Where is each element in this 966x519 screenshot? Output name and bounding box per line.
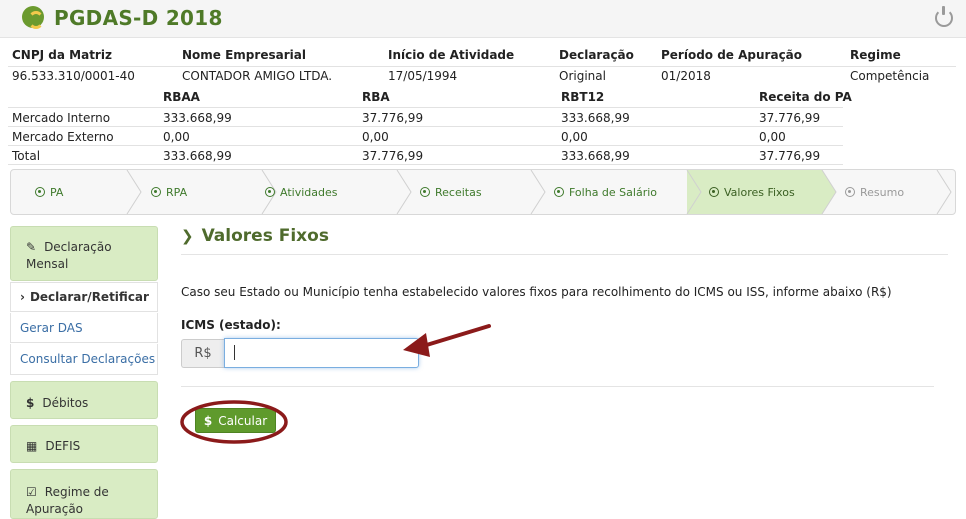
table-row: Total 333.668,99 37.776,99 333.668,99 37… bbox=[8, 145, 843, 165]
step-label: RPA bbox=[166, 185, 188, 199]
revenue-header: RBT12 bbox=[561, 90, 605, 104]
sidebar-item-declaracao-mensal[interactable]: ✎ Declaração Mensal bbox=[10, 226, 158, 281]
sidebar-item-label: Débitos bbox=[42, 396, 89, 410]
info-header: Regime bbox=[850, 48, 901, 62]
calculate-button[interactable]: $ Calcular bbox=[195, 408, 276, 433]
sidebar-item-regime-de-apuracao[interactable]: ☑ Regime de Apuração bbox=[10, 469, 158, 519]
step-dot-icon bbox=[554, 187, 564, 197]
cell: 37.776,99 bbox=[759, 149, 821, 163]
annotation-arrow-line bbox=[418, 324, 491, 349]
info-value: CONTADOR AMIGO LTDA. bbox=[182, 69, 333, 83]
step-label: Folha de Salário bbox=[569, 185, 658, 199]
revenue-header: Receita do PA bbox=[759, 90, 852, 104]
step-folha-de-salario[interactable]: Folha de Salário bbox=[554, 170, 657, 214]
check-square-icon: ☑ bbox=[26, 485, 37, 499]
step-label: PA bbox=[50, 185, 64, 199]
description-text: Caso seu Estado ou Município tenha estab… bbox=[181, 285, 892, 299]
power-icon[interactable] bbox=[935, 6, 953, 27]
step-valores-fixos[interactable]: Valores Fixos bbox=[709, 170, 795, 214]
sidebar-item-label: DEFIS bbox=[45, 439, 81, 453]
info-value: 17/05/1994 bbox=[388, 69, 458, 83]
wizard-steps: PA RPA Atividades Receitas Folha de Salá… bbox=[10, 169, 956, 215]
cell: 0,00 bbox=[362, 130, 389, 144]
step-resumo: Resumo bbox=[845, 170, 904, 214]
row-label: Mercado Interno bbox=[12, 111, 111, 125]
row-label: Mercado Externo bbox=[12, 130, 114, 144]
text-caret bbox=[234, 345, 235, 360]
revenue-header: RBAA bbox=[163, 90, 200, 104]
sidebar-item-gerar-das[interactable]: Gerar DAS bbox=[10, 313, 158, 343]
cell: 37.776,99 bbox=[362, 149, 424, 163]
info-value: 96.533.310/0001-40 bbox=[12, 69, 135, 83]
step-label: Atividades bbox=[280, 185, 338, 199]
currency-addon: R$ bbox=[181, 339, 224, 368]
info-value: 01/2018 bbox=[661, 69, 711, 83]
step-atividades[interactable]: Atividades bbox=[265, 170, 337, 214]
app-logo-icon bbox=[22, 6, 44, 29]
divider bbox=[181, 386, 934, 387]
cell: 333.668,99 bbox=[561, 111, 630, 125]
step-rpa[interactable]: RPA bbox=[151, 170, 187, 214]
sidebar-item-declarar-retificar[interactable]: › Declarar/Retificar bbox=[10, 282, 158, 312]
section-title: ❯ Valores Fixos bbox=[181, 226, 329, 246]
info-header: Período de Apuração bbox=[661, 48, 803, 62]
row-label: Total bbox=[12, 149, 41, 163]
info-value: Competência bbox=[850, 69, 930, 83]
step-dot-icon bbox=[845, 187, 855, 197]
sidebar-item-label: Consultar Declarações bbox=[20, 352, 156, 366]
dollar-icon: $ bbox=[26, 396, 35, 410]
info-header: Declaração bbox=[559, 48, 634, 62]
step-label: Valores Fixos bbox=[724, 185, 795, 199]
step-dot-icon bbox=[709, 187, 719, 197]
info-header: Nome Empresarial bbox=[182, 48, 306, 62]
step-receitas[interactable]: Receitas bbox=[420, 170, 482, 214]
revenue-header: RBA bbox=[362, 90, 390, 104]
step-label: Receitas bbox=[435, 185, 482, 199]
divider bbox=[181, 254, 948, 255]
step-pa[interactable]: PA bbox=[35, 170, 63, 214]
info-value: Original bbox=[559, 69, 606, 83]
dollar-icon: $ bbox=[203, 413, 213, 428]
info-header: CNPJ da Matriz bbox=[12, 48, 112, 62]
icms-label: ICMS (estado): bbox=[181, 318, 281, 332]
icms-input[interactable] bbox=[224, 338, 419, 368]
step-dot-icon bbox=[265, 187, 275, 197]
cell: 333.668,99 bbox=[163, 111, 232, 125]
cell: 37.776,99 bbox=[362, 111, 424, 125]
pencil-icon: ✎ bbox=[26, 240, 37, 254]
chevron-right-icon: › bbox=[20, 290, 25, 304]
cell: 0,00 bbox=[561, 130, 588, 144]
cell: 333.668,99 bbox=[163, 149, 232, 163]
table-row: Mercado Interno 333.668,99 37.776,99 333… bbox=[8, 107, 843, 126]
cell: 37.776,99 bbox=[759, 111, 821, 125]
calculate-button-label: Calcular bbox=[218, 413, 268, 428]
cell: 333.668,99 bbox=[561, 149, 630, 163]
sidebar-item-label: Gerar DAS bbox=[20, 320, 83, 335]
revenue-header-row: RBAA RBA RBT12 Receita do PA bbox=[8, 88, 852, 107]
step-dot-icon bbox=[35, 187, 45, 197]
cell: 0,00 bbox=[759, 130, 786, 144]
info-header: Início de Atividade bbox=[388, 48, 515, 62]
sidebar-item-label: Regime de Apuração bbox=[26, 485, 109, 516]
sidebar-item-defis[interactable]: ▦ DEFIS bbox=[10, 425, 158, 463]
calendar-icon: ▦ bbox=[26, 439, 38, 453]
table-row: Mercado Externo 0,00 0,00 0,00 0,00 bbox=[8, 126, 843, 145]
info-value-row: 96.533.310/0001-40 CONTADOR AMIGO LTDA. … bbox=[8, 66, 956, 86]
sidebar-item-label: Declarar/Retificar bbox=[29, 290, 149, 304]
chevron-right-icon: ❯ bbox=[181, 227, 194, 245]
step-dot-icon bbox=[151, 187, 161, 197]
step-dot-icon bbox=[420, 187, 430, 197]
sidebar-item-label: Declaração Mensal bbox=[26, 240, 112, 271]
cell: 0,00 bbox=[163, 130, 190, 144]
sidebar-item-consultar-declaracoes[interactable]: Consultar Declarações bbox=[10, 344, 158, 375]
app-title: PGDAS-D 2018 bbox=[54, 6, 223, 30]
info-header-row: CNPJ da Matriz Nome Empresarial Início d… bbox=[8, 48, 956, 65]
step-label: Resumo bbox=[860, 185, 905, 199]
sidebar-item-debitos[interactable]: $ Débitos bbox=[10, 381, 158, 419]
section-title-text: Valores Fixos bbox=[201, 226, 329, 246]
top-bar: PGDAS-D 2018 bbox=[0, 0, 966, 38]
